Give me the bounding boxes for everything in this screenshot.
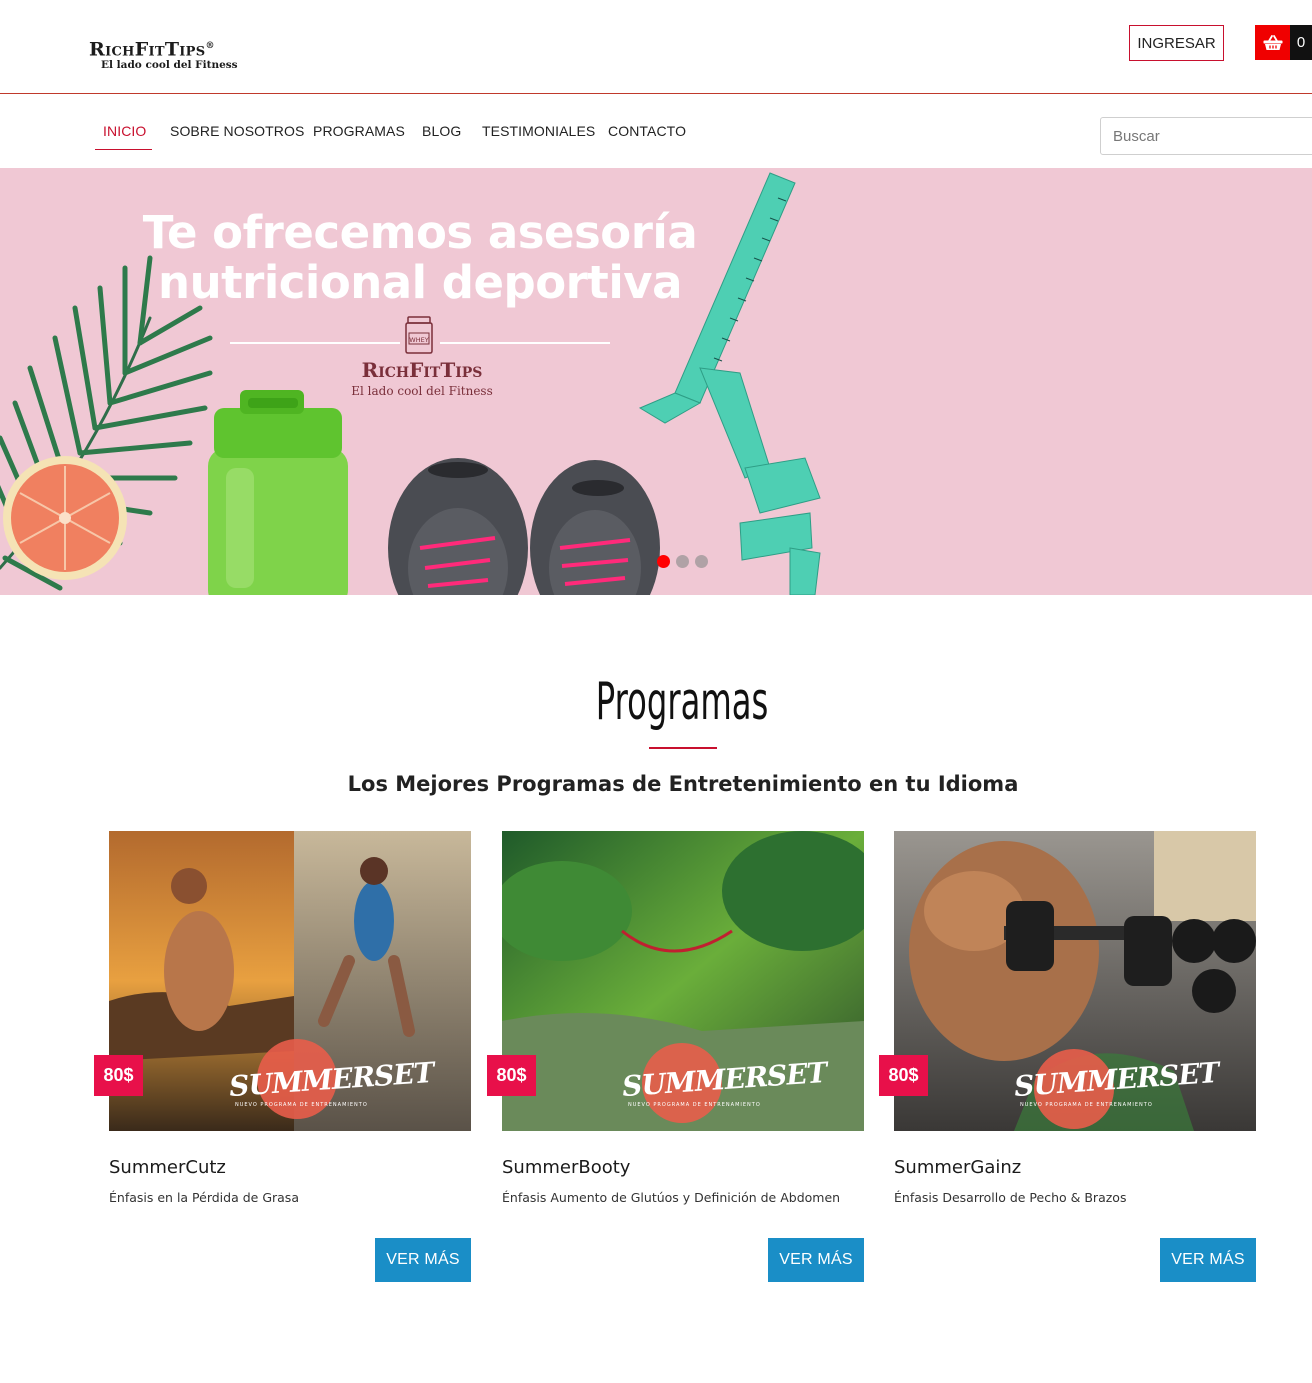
nav-active-underline bbox=[95, 149, 152, 150]
nav-item-testimoniales[interactable]: TESTIMONIALES bbox=[482, 123, 595, 139]
program-description: Énfasis Aumento de Glutúos y Definición … bbox=[502, 1190, 841, 1205]
site-logo[interactable]: RichFitTips® El lado cool del Fitness bbox=[89, 36, 259, 71]
slider-dot-1[interactable] bbox=[657, 555, 670, 568]
section-subtitle: Los Mejores Programas de Entretenimiento… bbox=[347, 772, 1019, 796]
logo-tagline: El lado cool del Fitness bbox=[101, 59, 238, 72]
program-name[interactable]: SummerCutz bbox=[109, 1157, 226, 1178]
hero-divider-right bbox=[440, 342, 610, 344]
program-description: Énfasis en la Pérdida de Grasa bbox=[109, 1190, 299, 1205]
basket-icon bbox=[1255, 25, 1290, 60]
logo-wordmark: RichFitTips® bbox=[89, 38, 215, 61]
program-card: SUMMERSET NUEVO PROGRAMA DE ENTRENAMIENT… bbox=[94, 831, 471, 1311]
program-image[interactable]: SUMMERSET NUEVO PROGRAMA DE ENTRENAMIENT… bbox=[502, 831, 864, 1131]
section-title-underline bbox=[649, 747, 717, 749]
summerset-subtitle: NUEVO PROGRAMA DE ENTRENAMIENTO bbox=[628, 1102, 761, 1108]
site-header: RichFitTips® El lado cool del Fitness IN… bbox=[0, 0, 1312, 94]
hero-headline-line-1: Te ofrecemos asesoría bbox=[142, 206, 698, 259]
login-button[interactable]: INGRESAR bbox=[1129, 25, 1224, 61]
ver-mas-button[interactable]: VER MÁS bbox=[375, 1238, 471, 1282]
section-title: Programas bbox=[595, 672, 769, 732]
program-description: Énfasis Desarrollo de Pecho & Brazos bbox=[894, 1190, 1127, 1205]
hero-headline-line-2: nutricional deportiva bbox=[158, 256, 682, 309]
program-card: SUMMERSET NUEVO PROGRAMA DE ENTRENAMIENT… bbox=[879, 831, 1256, 1311]
slider-dot-2[interactable] bbox=[676, 555, 689, 568]
program-card: SUMMERSET NUEVO PROGRAMA DE ENTRENAMIENT… bbox=[487, 831, 864, 1311]
search-input[interactable] bbox=[1100, 117, 1312, 155]
hero-brand-tagline: El lado cool del Fitness bbox=[351, 384, 493, 398]
jar-label: WHEY bbox=[409, 336, 428, 344]
hero-headline: Te ofrecemos asesoría nutricional deport… bbox=[120, 208, 720, 308]
summerset-subtitle: NUEVO PROGRAMA DE ENTRENAMIENTO bbox=[235, 1102, 368, 1108]
cart-count: 0 bbox=[1290, 25, 1312, 60]
slider-dot-3[interactable] bbox=[695, 555, 708, 568]
nav-item-blog[interactable]: BLOG bbox=[422, 123, 461, 139]
program-image[interactable]: SUMMERSET NUEVO PROGRAMA DE ENTRENAMIENT… bbox=[894, 831, 1256, 1131]
hero-slider: Te ofrecemos asesoría nutricional deport… bbox=[0, 168, 1312, 595]
nav-item-sobre-nosotros[interactable]: SOBRE NOSOTROS bbox=[170, 123, 304, 139]
whey-jar-icon: WHEY bbox=[402, 316, 436, 358]
nav-item-programas[interactable]: PROGRAMAS bbox=[313, 123, 405, 139]
ver-mas-button[interactable]: VER MÁS bbox=[768, 1238, 864, 1282]
price-tag: 80$ bbox=[487, 1055, 536, 1096]
price-tag: 80$ bbox=[879, 1055, 928, 1096]
program-name[interactable]: SummerBooty bbox=[502, 1157, 630, 1178]
nav-item-inicio[interactable]: INICIO bbox=[103, 123, 146, 139]
ver-mas-button[interactable]: VER MÁS bbox=[1160, 1238, 1256, 1282]
cart-button[interactable]: 0 bbox=[1255, 25, 1312, 60]
price-tag: 80$ bbox=[94, 1055, 143, 1096]
nav-item-contacto[interactable]: CONTACTO bbox=[608, 123, 686, 139]
main-nav: INICIO SOBRE NOSOTROS PROGRAMAS BLOG TES… bbox=[0, 95, 1312, 168]
hero-brand: RichFitTips bbox=[361, 358, 483, 382]
summerset-subtitle: NUEVO PROGRAMA DE ENTRENAMIENTO bbox=[1020, 1102, 1153, 1108]
program-image[interactable]: SUMMERSET NUEVO PROGRAMA DE ENTRENAMIENT… bbox=[109, 831, 471, 1131]
slider-dots bbox=[657, 555, 708, 568]
hero-divider-left bbox=[230, 342, 400, 344]
program-name[interactable]: SummerGainz bbox=[894, 1157, 1021, 1178]
